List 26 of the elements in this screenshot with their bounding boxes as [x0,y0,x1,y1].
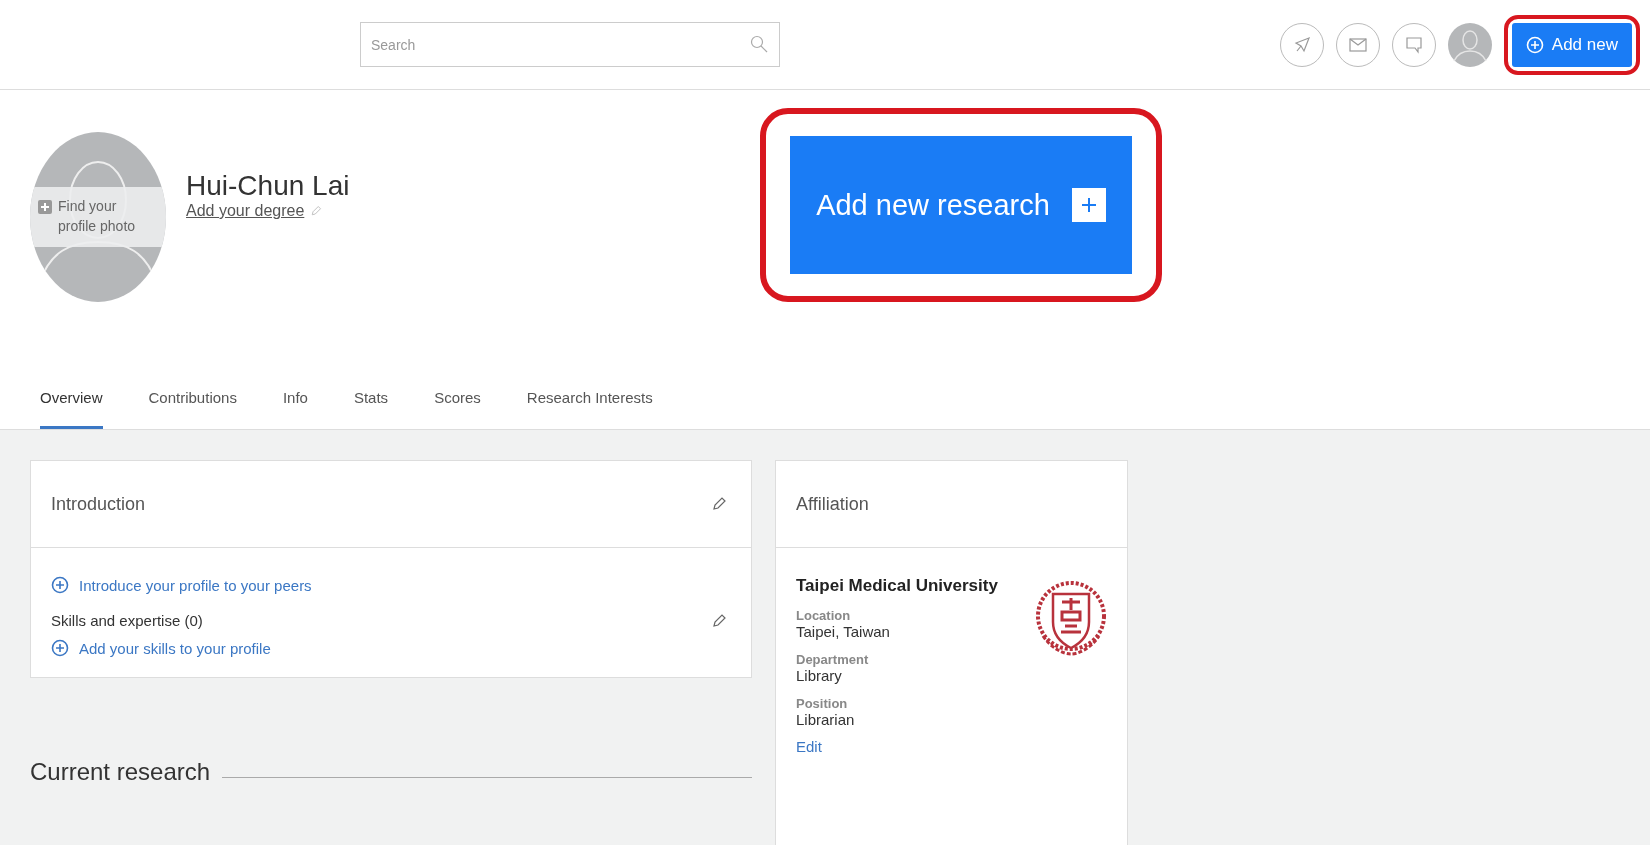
profile-photo-placeholder[interactable]: Find your profile photo [30,132,166,302]
add-degree-link[interactable]: Add your degree [186,202,305,220]
search-field[interactable]: Search [360,22,780,67]
institution-name: Taipei Medical University [796,576,998,596]
introduce-profile-link[interactable]: Introduce your profile to your peers [51,576,312,594]
profile-tab[interactable]: Contributions [148,375,237,429]
skills-title: Skills and expertise (0) [51,612,203,629]
profile-tab[interactable]: Info [282,375,308,429]
card-title: Affiliation [796,493,869,515]
profile-tab[interactable]: Stats [353,375,389,429]
field-label: Position [796,696,849,711]
edit-link[interactable]: Edit [796,738,998,755]
field-label: Location [796,608,852,623]
field-value: Librarian [796,711,856,728]
field-value: Taipei, Taiwan [796,623,891,640]
field-value: Library [796,667,843,684]
add-skills-link[interactable]: Add your skills to your profile [51,639,271,657]
section-title: Current research [30,758,211,786]
photo-hint: Find your profile photo [58,197,137,236]
profile-tab[interactable]: Scores [434,375,481,429]
add-new-button[interactable]: Add new [1511,22,1632,67]
field-label: Department [796,652,870,667]
card-title: Introduction [51,493,146,515]
profile-tab[interactable]: Research Interests [526,375,653,429]
add-new-research-button[interactable]: Add new research [790,136,1132,274]
profile-name: Hui-Chun Lai [186,170,350,202]
